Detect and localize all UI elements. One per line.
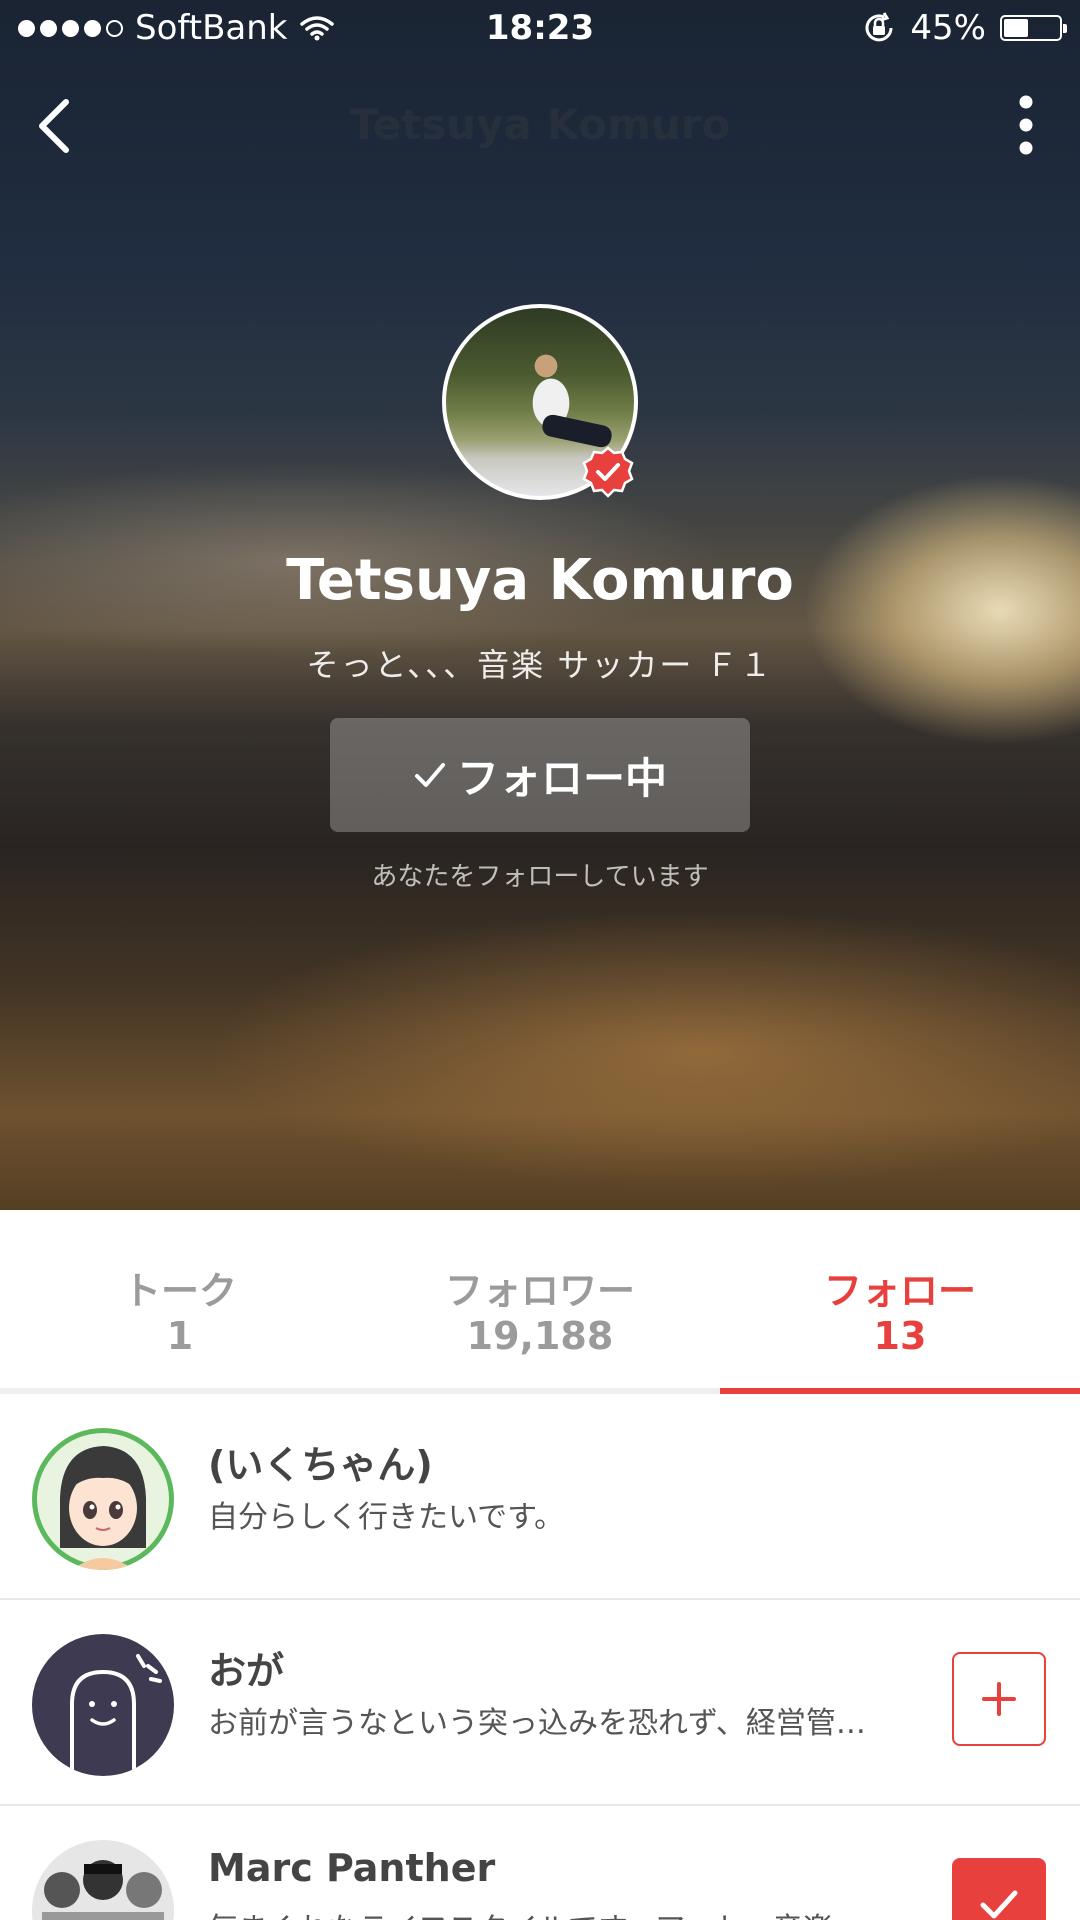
user-name: (いくちゃん)	[208, 1443, 433, 1487]
list-item[interactable]: Marc Panther 気まぐれなライフスタイルです。アート、音楽…	[0, 1806, 1080, 1920]
more-options-button[interactable]	[996, 90, 1056, 160]
check-icon	[980, 1890, 1018, 1919]
avatar-photo-detail	[540, 412, 614, 450]
tab-talk[interactable]: トーク 1	[0, 1210, 360, 1388]
nav-title: Tetsuya Komuro	[349, 100, 731, 149]
profile-name: Tetsuya Komuro	[286, 548, 794, 613]
check-icon	[414, 763, 445, 787]
tab-following[interactable]: フォロー 13	[720, 1210, 1080, 1388]
profile-screen: SoftBank 18:23 45% Tetsuya Komuro Tetsuy…	[0, 0, 1080, 1920]
follows-you-text: あなたをフォローしています	[371, 862, 709, 892]
user-avatar[interactable]	[32, 1634, 174, 1776]
more-vertical-icon	[1019, 95, 1033, 155]
following-button[interactable]: フォロー中	[330, 718, 750, 832]
user-description: 自分らしく行きたいです。	[208, 1500, 565, 1535]
user-name: Marc Panther	[208, 1846, 496, 1890]
battery-level	[1004, 19, 1028, 37]
user-name: おが	[208, 1649, 285, 1693]
default-user-avatar-image	[32, 1634, 174, 1776]
anime-girl-avatar-image	[32, 1428, 174, 1570]
tab-following-label: フォロー	[823, 1269, 976, 1313]
user-description: 気まぐれなライフスタイルです。アート、音楽…	[208, 1904, 928, 1920]
orientation-lock-icon	[865, 12, 893, 42]
user-avatar[interactable]	[32, 1428, 174, 1570]
status-bar: SoftBank 18:23 45%	[0, 0, 1080, 58]
profile-bio: そっと、、、音楽 サッカー Ｆ１	[306, 646, 774, 684]
group-photo-avatar-image	[32, 1840, 174, 1920]
tab-followers-label: フォロワー	[444, 1269, 635, 1313]
list-item[interactable]: (いくちゃん) 自分らしく行きたいです。	[0, 1394, 1080, 1600]
following-button-label: フォロー中	[456, 753, 667, 803]
user-avatar[interactable]	[32, 1840, 174, 1920]
list-item[interactable]: おが お前が言うなという突っ込みを恐れず、経営管…	[0, 1600, 1080, 1806]
follow-add-button[interactable]	[952, 1652, 1046, 1746]
plus-icon	[982, 1682, 1016, 1716]
profile-tabs: トーク 1 フォロワー 19,188 フォロー 13	[0, 1210, 1080, 1394]
user-description: お前が言うなという突っ込みを恐れず、経営管…	[208, 1706, 866, 1741]
tab-talk-label: トーク	[122, 1269, 237, 1313]
tab-followers[interactable]: フォロワー 19,188	[360, 1210, 720, 1388]
following-toggle-button[interactable]	[952, 1858, 1046, 1920]
battery-icon	[1000, 15, 1067, 41]
battery-percent: 45%	[910, 8, 986, 48]
tab-talk-count: 1	[166, 1314, 194, 1358]
navigation-bar: Tetsuya Komuro	[0, 70, 1080, 180]
tab-followers-count: 19,188	[466, 1314, 614, 1358]
verified-check-icon	[582, 446, 634, 498]
status-right: 45%	[862, 8, 1067, 48]
tab-following-count: 13	[873, 1314, 927, 1358]
